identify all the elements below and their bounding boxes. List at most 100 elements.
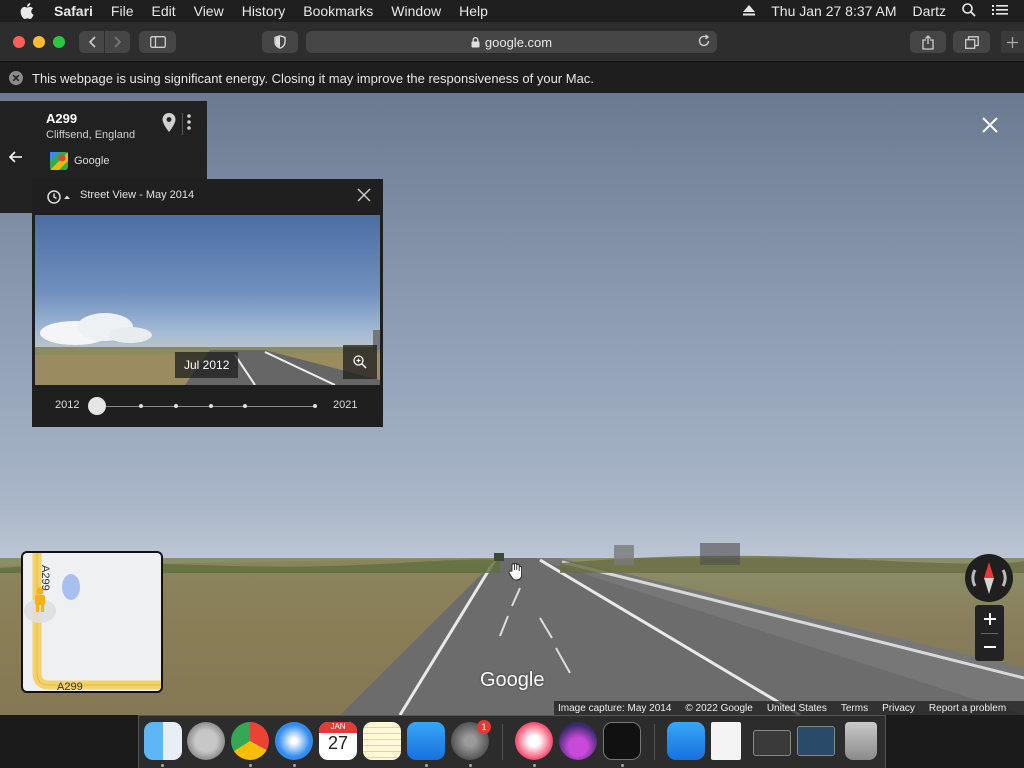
dock-separator — [502, 724, 503, 760]
timeline-dot[interactable] — [209, 404, 213, 408]
music-icon[interactable] — [515, 722, 553, 760]
energy-warning-text: This webpage is using significant energy… — [32, 70, 594, 86]
timeline-dot[interactable] — [243, 404, 247, 408]
control-center-icon[interactable] — [992, 3, 1008, 19]
history-timeline: 2012 2021 — [32, 385, 383, 427]
privacy-link[interactable]: Privacy — [882, 703, 915, 714]
menu-user[interactable]: Dartz — [913, 3, 946, 19]
menu-view[interactable]: View — [194, 3, 224, 19]
terminal-icon[interactable] — [603, 722, 641, 760]
safari-icon[interactable] — [275, 722, 313, 760]
menu-file[interactable]: File — [111, 3, 134, 19]
trash-icon[interactable] — [845, 722, 877, 760]
pegman-icon[interactable] — [33, 587, 47, 618]
report-problem-link[interactable]: Report a problem — [929, 703, 1006, 714]
history-clock-icon[interactable] — [46, 189, 72, 210]
window-minimize-button[interactable] — [33, 36, 45, 48]
app-store-icon[interactable] — [407, 722, 445, 760]
tabs-icon — [964, 35, 979, 49]
plus-icon — [1007, 36, 1018, 48]
timeline-slider-handle[interactable] — [88, 397, 106, 415]
window-close-button[interactable] — [13, 36, 25, 48]
calendar-icon[interactable]: JAN 27 — [319, 722, 357, 760]
map-footer: Image capture: May 2014 © 2022 Google Un… — [554, 701, 1024, 715]
close-icon — [13, 75, 19, 81]
forward-button[interactable] — [105, 31, 130, 53]
google-watermark: Google — [480, 669, 545, 691]
street-view-canvas[interactable]: A299 Cliffsend, England Google Street Vi… — [0, 93, 1024, 715]
more-options-icon[interactable] — [187, 113, 191, 136]
close-icon — [982, 117, 998, 133]
privacy-report-button[interactable] — [262, 31, 298, 53]
place-title: A299 — [46, 111, 78, 126]
zoom-in-button[interactable] — [975, 605, 1004, 633]
menu-window[interactable]: Window — [391, 3, 441, 19]
place-subtitle: Cliffsend, England — [46, 129, 136, 141]
divider — [182, 113, 183, 135]
menu-history[interactable]: History — [242, 3, 286, 19]
history-panel-header: Street View - May 2014 — [32, 179, 383, 213]
calendar-day: 27 — [327, 733, 349, 753]
close-street-view-button[interactable] — [979, 114, 1001, 141]
sidebar-toggle-button[interactable] — [139, 31, 176, 53]
eject-icon[interactable] — [743, 3, 756, 19]
new-tab-button[interactable] — [1001, 31, 1024, 53]
google-maps-logo-icon[interactable] — [50, 152, 68, 175]
spotlight-search-icon[interactable] — [962, 2, 976, 20]
hand-cursor-icon — [508, 562, 523, 586]
lock-icon — [471, 36, 480, 48]
copyright-text: © 2022 Google — [685, 702, 753, 714]
reload-icon[interactable] — [697, 34, 711, 51]
running-indicator — [533, 764, 536, 767]
map-pin-icon[interactable] — [162, 113, 176, 138]
menu-help[interactable]: Help — [459, 3, 488, 19]
timeline-dot[interactable] — [313, 404, 317, 408]
source-name[interactable]: Google — [74, 155, 109, 167]
close-history-button[interactable] — [357, 188, 371, 207]
terms-link[interactable]: Terms — [841, 703, 868, 714]
timeline-dot[interactable] — [174, 404, 178, 408]
chrome-icon[interactable] — [231, 722, 269, 760]
notes-icon[interactable] — [363, 722, 401, 760]
minus-icon — [983, 646, 996, 648]
apple-menu-icon[interactable] — [20, 3, 38, 19]
menu-clock[interactable]: Thu Jan 27 8:37 AM — [771, 3, 896, 19]
mini-map[interactable]: A299 A299 — [21, 551, 163, 693]
share-button[interactable] — [910, 31, 946, 53]
timeline-track[interactable] — [97, 406, 317, 407]
tab-overview-button[interactable] — [953, 31, 990, 53]
document-icon[interactable] — [711, 722, 741, 760]
timeline-start-year: 2012 — [55, 399, 80, 411]
app-store-folder-icon[interactable] — [667, 722, 705, 760]
back-arrow-button[interactable] — [0, 101, 32, 213]
arrow-left-icon — [9, 151, 22, 163]
finder-icon[interactable] — [144, 722, 182, 760]
shield-icon — [274, 35, 286, 49]
share-icon — [922, 34, 934, 50]
zoom-out-button[interactable] — [975, 633, 1004, 661]
menu-app-name[interactable]: Safari — [54, 3, 93, 19]
history-preview-image[interactable]: Jul 2012 — [35, 215, 380, 385]
back-button[interactable] — [79, 31, 104, 53]
address-bar[interactable]: google.com — [306, 31, 717, 53]
launchpad-icon[interactable] — [187, 722, 225, 760]
window-zoom-button[interactable] — [53, 36, 65, 48]
dock-separator — [654, 724, 655, 760]
close-icon — [357, 188, 371, 202]
plus-icon — [983, 613, 996, 625]
running-indicator — [293, 764, 296, 767]
browser-toolbar: google.com — [0, 22, 1024, 62]
preview-zoom-button[interactable] — [343, 345, 377, 379]
installer-icon[interactable] — [559, 722, 597, 760]
chevron-left-icon — [88, 36, 96, 48]
screenshot-icon[interactable] — [753, 730, 791, 756]
zoom-controls — [975, 605, 1004, 661]
downloads-icon[interactable] — [797, 726, 835, 756]
close-banner-button[interactable] — [9, 71, 23, 85]
timeline-dot[interactable] — [139, 404, 143, 408]
region-link[interactable]: United States — [767, 703, 827, 714]
energy-warning-banner: This webpage is using significant energy… — [0, 63, 1024, 93]
compass-button[interactable] — [965, 554, 1013, 602]
menu-edit[interactable]: Edit — [151, 3, 175, 19]
menu-bookmarks[interactable]: Bookmarks — [303, 3, 373, 19]
